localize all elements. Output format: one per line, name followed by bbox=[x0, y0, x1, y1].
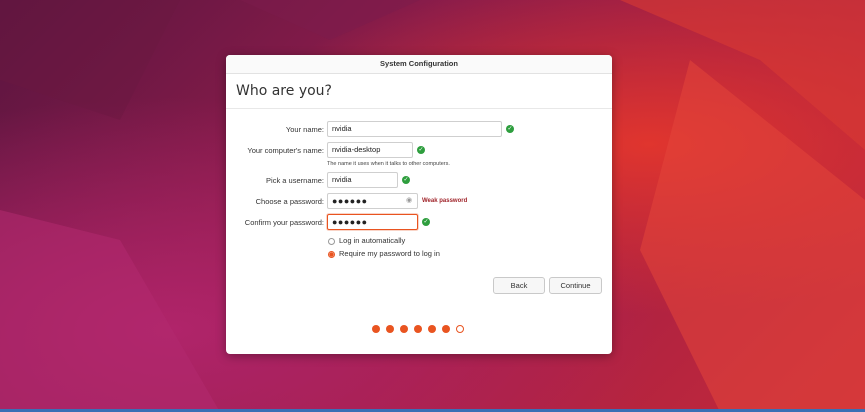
name-label: Your name: bbox=[285, 125, 324, 134]
check-icon: ✓ bbox=[402, 176, 410, 184]
eye-icon[interactable]: ◉ bbox=[406, 196, 412, 204]
check-icon: ✓ bbox=[422, 218, 430, 226]
progress-dot bbox=[456, 325, 464, 333]
confirm-password-field[interactable]: ●●●●●● bbox=[327, 214, 418, 230]
password-field[interactable]: ●●●●●● bbox=[327, 193, 418, 209]
username-field[interactable]: nvidia bbox=[327, 172, 398, 188]
login-password-label: Require my password to log in bbox=[339, 249, 440, 258]
progress-dot bbox=[414, 325, 422, 333]
back-button[interactable]: Back bbox=[493, 277, 545, 294]
password-label: Choose a password: bbox=[255, 197, 324, 206]
window-title: System Configuration bbox=[226, 55, 612, 74]
progress-dot bbox=[428, 325, 436, 333]
password-strength: Weak password bbox=[422, 198, 468, 204]
computer-name-label: Your computer's name: bbox=[247, 146, 324, 155]
radio-selected-icon[interactable] bbox=[328, 251, 335, 258]
check-icon: ✓ bbox=[417, 146, 425, 154]
login-password-option[interactable]: Require my password to log in bbox=[328, 249, 440, 258]
radio-icon[interactable] bbox=[328, 238, 335, 245]
computer-name-hint: The name it uses when it talks to other … bbox=[327, 161, 450, 167]
computer-name-field[interactable]: nvidia-desktop bbox=[327, 142, 413, 158]
username-label: Pick a username: bbox=[266, 176, 324, 185]
page-title: Who are you? bbox=[236, 83, 332, 99]
progress-dot bbox=[372, 325, 380, 333]
login-auto-label: Log in automatically bbox=[339, 236, 406, 245]
setup-dialog: System Configuration Who are you? Your n… bbox=[226, 55, 612, 354]
progress-dot bbox=[442, 325, 450, 333]
login-auto-option[interactable]: Log in automatically bbox=[328, 236, 405, 245]
name-field[interactable]: nvidia bbox=[327, 121, 502, 137]
divider bbox=[226, 108, 612, 109]
progress-dot bbox=[386, 325, 394, 333]
continue-button[interactable]: Continue bbox=[549, 277, 602, 294]
check-icon: ✓ bbox=[506, 125, 514, 133]
progress-dot bbox=[400, 325, 408, 333]
confirm-password-label: Confirm your password: bbox=[244, 218, 324, 227]
